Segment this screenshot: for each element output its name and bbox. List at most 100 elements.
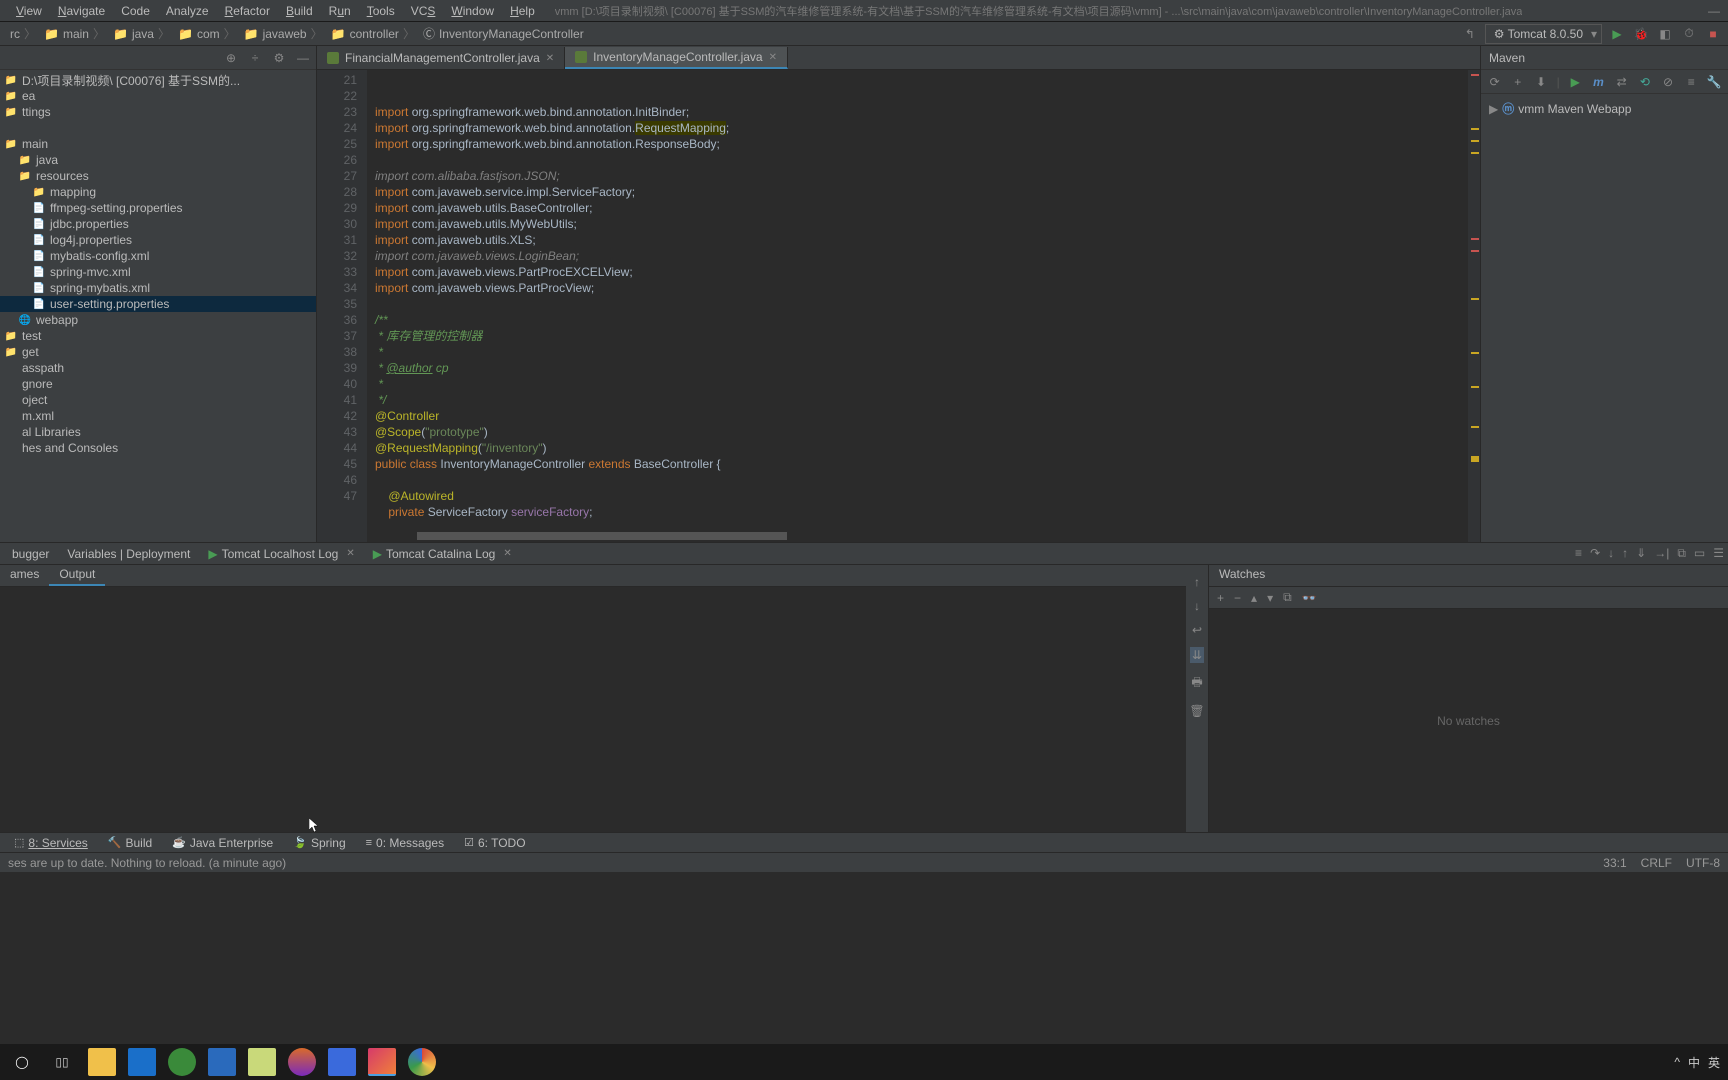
tree-row[interactable]: 📄ffmpeg-setting.properties xyxy=(0,200,316,216)
tree-row[interactable]: 📁mapping xyxy=(0,184,316,200)
step-out-icon[interactable]: ↑ xyxy=(1622,546,1628,561)
skip-icon[interactable]: ⊘ xyxy=(1660,73,1675,91)
tree-row[interactable]: 📁D:\项目录制视频\ [C00076] 基于SSM的... xyxy=(0,72,316,88)
app-icon[interactable] xyxy=(168,1048,196,1076)
tree-row[interactable] xyxy=(0,120,316,136)
java-enterprise-button[interactable]: ☕ Java Enterprise xyxy=(164,835,281,851)
warning-mark[interactable] xyxy=(1471,352,1479,354)
breadcrumb[interactable]: 📁 controller〉 xyxy=(327,25,419,42)
localhost-log-tab[interactable]: ▶ Tomcat Localhost Log✕ xyxy=(200,545,362,563)
services-button[interactable]: ⬚ 8: Services xyxy=(6,835,96,851)
run-cursor-icon[interactable]: →| xyxy=(1654,546,1669,561)
menu-run[interactable]: Run xyxy=(321,2,359,20)
layout-icon[interactable]: ≡ xyxy=(1575,546,1582,561)
close-icon[interactable]: ✕ xyxy=(546,53,554,64)
menu-analyze[interactable]: Analyze xyxy=(158,2,217,20)
console-output[interactable] xyxy=(0,587,1186,832)
back-icon[interactable]: ↰ xyxy=(1461,25,1479,43)
soft-wrap-icon[interactable]: ↩ xyxy=(1192,623,1202,637)
close-icon[interactable]: ✕ xyxy=(769,52,777,63)
catalina-log-tab[interactable]: ▶ Tomcat Catalina Log✕ xyxy=(365,545,520,563)
minimize-icon[interactable]: — xyxy=(1708,4,1720,18)
tree-row[interactable]: 📄log4j.properties xyxy=(0,232,316,248)
breadcrumb[interactable]: 📁 java〉 xyxy=(109,25,174,42)
tree-row[interactable]: 📁ttings xyxy=(0,104,316,120)
target-icon[interactable]: ⊕ xyxy=(222,49,240,67)
horizontal-scrollbar[interactable] xyxy=(417,532,787,540)
m-icon[interactable]: m xyxy=(1591,73,1606,91)
down-icon[interactable]: ▾ xyxy=(1267,591,1273,605)
warning-mark[interactable] xyxy=(1471,152,1479,154)
debugger-tab[interactable]: bugger xyxy=(4,545,57,563)
ime-icon[interactable]: 中 xyxy=(1688,1054,1700,1071)
tree-row[interactable]: hes and Consoles xyxy=(0,440,316,456)
run-configuration-select[interactable]: ⚙ Tomcat 8.0.50 xyxy=(1485,24,1602,44)
tree-row[interactable]: 📁test xyxy=(0,328,316,344)
line-separator[interactable]: CRLF xyxy=(1641,856,1672,870)
editor-tab[interactable]: FinancialManagementController.java✕ xyxy=(317,47,565,69)
tree-row[interactable]: gnore xyxy=(0,376,316,392)
todo-button[interactable]: ☑ 6: TODO xyxy=(456,835,533,851)
error-stripe[interactable] xyxy=(1468,70,1480,542)
menu-refactor[interactable]: Refactor xyxy=(217,2,278,20)
up-icon[interactable]: ▴ xyxy=(1251,591,1257,605)
breadcrumb[interactable]: 📁 main〉 xyxy=(40,25,109,42)
tree-row[interactable]: 📁java xyxy=(0,152,316,168)
add-icon[interactable]: + xyxy=(1510,73,1525,91)
start-icon[interactable]: ◯ xyxy=(8,1048,36,1076)
file-encoding[interactable]: UTF-8 xyxy=(1686,856,1720,870)
clear-icon[interactable]: 🗑 xyxy=(1189,704,1204,718)
profile-icon[interactable]: ⏱ xyxy=(1680,25,1698,43)
notepad-icon[interactable] xyxy=(248,1048,276,1076)
tree-row[interactable]: al Libraries xyxy=(0,424,316,440)
download-icon[interactable]: ⬇ xyxy=(1533,73,1548,91)
frames-icon[interactable]: ▭ xyxy=(1694,546,1705,561)
coverage-icon[interactable]: ◧ xyxy=(1656,25,1674,43)
error-mark[interactable] xyxy=(1471,74,1479,76)
warning-mark[interactable] xyxy=(1471,426,1479,428)
menu-code[interactable]: Code xyxy=(113,2,158,20)
menu-help[interactable]: Help xyxy=(502,2,543,20)
mail-icon[interactable] xyxy=(128,1048,156,1076)
step-into-icon[interactable]: ↓ xyxy=(1608,546,1614,561)
scroll-icon[interactable]: ⇊ xyxy=(1190,647,1204,663)
run-icon[interactable]: ▶ xyxy=(1568,73,1583,91)
wrench-icon[interactable]: 🔧 xyxy=(1707,73,1722,91)
app-icon[interactable] xyxy=(328,1048,356,1076)
menu-window[interactable]: Window xyxy=(443,2,502,20)
app-icon[interactable] xyxy=(208,1048,236,1076)
frames-tab[interactable]: ames xyxy=(0,565,49,586)
caret-position[interactable]: 33:1 xyxy=(1603,856,1626,870)
print-icon[interactable]: 🖶 xyxy=(1191,673,1202,694)
refresh-icon[interactable]: ⟳ xyxy=(1487,73,1502,91)
warning-mark[interactable] xyxy=(1471,456,1479,462)
warning-mark[interactable] xyxy=(1471,140,1479,142)
maven-project-row[interactable]: ▶ ⓜ vmm Maven Webapp xyxy=(1485,98,1724,119)
output-tab[interactable]: Output xyxy=(49,565,105,586)
tree-row[interactable]: 📁ea xyxy=(0,88,316,104)
hide-icon[interactable]: — xyxy=(294,49,312,67)
tree-row[interactable]: 📄jdbc.properties xyxy=(0,216,316,232)
force-step-icon[interactable]: ⇓ xyxy=(1636,546,1646,561)
error-mark[interactable] xyxy=(1471,250,1479,252)
tree-row[interactable]: asspath xyxy=(0,360,316,376)
editor-tab[interactable]: InventoryManageController.java✕ xyxy=(565,47,788,69)
warning-mark[interactable] xyxy=(1471,298,1479,300)
firefox-icon[interactable] xyxy=(288,1048,316,1076)
tree-row[interactable]: m.xml xyxy=(0,408,316,424)
step-over-icon[interactable]: ↷ xyxy=(1590,546,1600,561)
menu-view[interactable]: View xyxy=(8,2,50,20)
breadcrumb[interactable]: 📁 com〉 xyxy=(174,25,240,42)
gear-icon[interactable]: ⚙ xyxy=(270,49,288,67)
cycle-icon[interactable]: ⟲ xyxy=(1637,73,1652,91)
error-mark[interactable] xyxy=(1471,238,1479,240)
tree-row[interactable]: oject xyxy=(0,392,316,408)
tree-row[interactable]: 📄spring-mvc.xml xyxy=(0,264,316,280)
close-icon[interactable]: ✕ xyxy=(503,548,511,559)
tree-row[interactable]: 📄user-setting.properties xyxy=(0,296,316,312)
code-editor[interactable]: 2122232425262728293031323334353637383940… xyxy=(317,70,1480,542)
add-watch-icon[interactable]: + xyxy=(1217,591,1224,605)
breadcrumb[interactable]: Ⓒ InventoryManageController xyxy=(419,25,588,42)
maven-tree[interactable]: ▶ ⓜ vmm Maven Webapp xyxy=(1481,94,1728,123)
tree-row[interactable]: 📁get xyxy=(0,344,316,360)
